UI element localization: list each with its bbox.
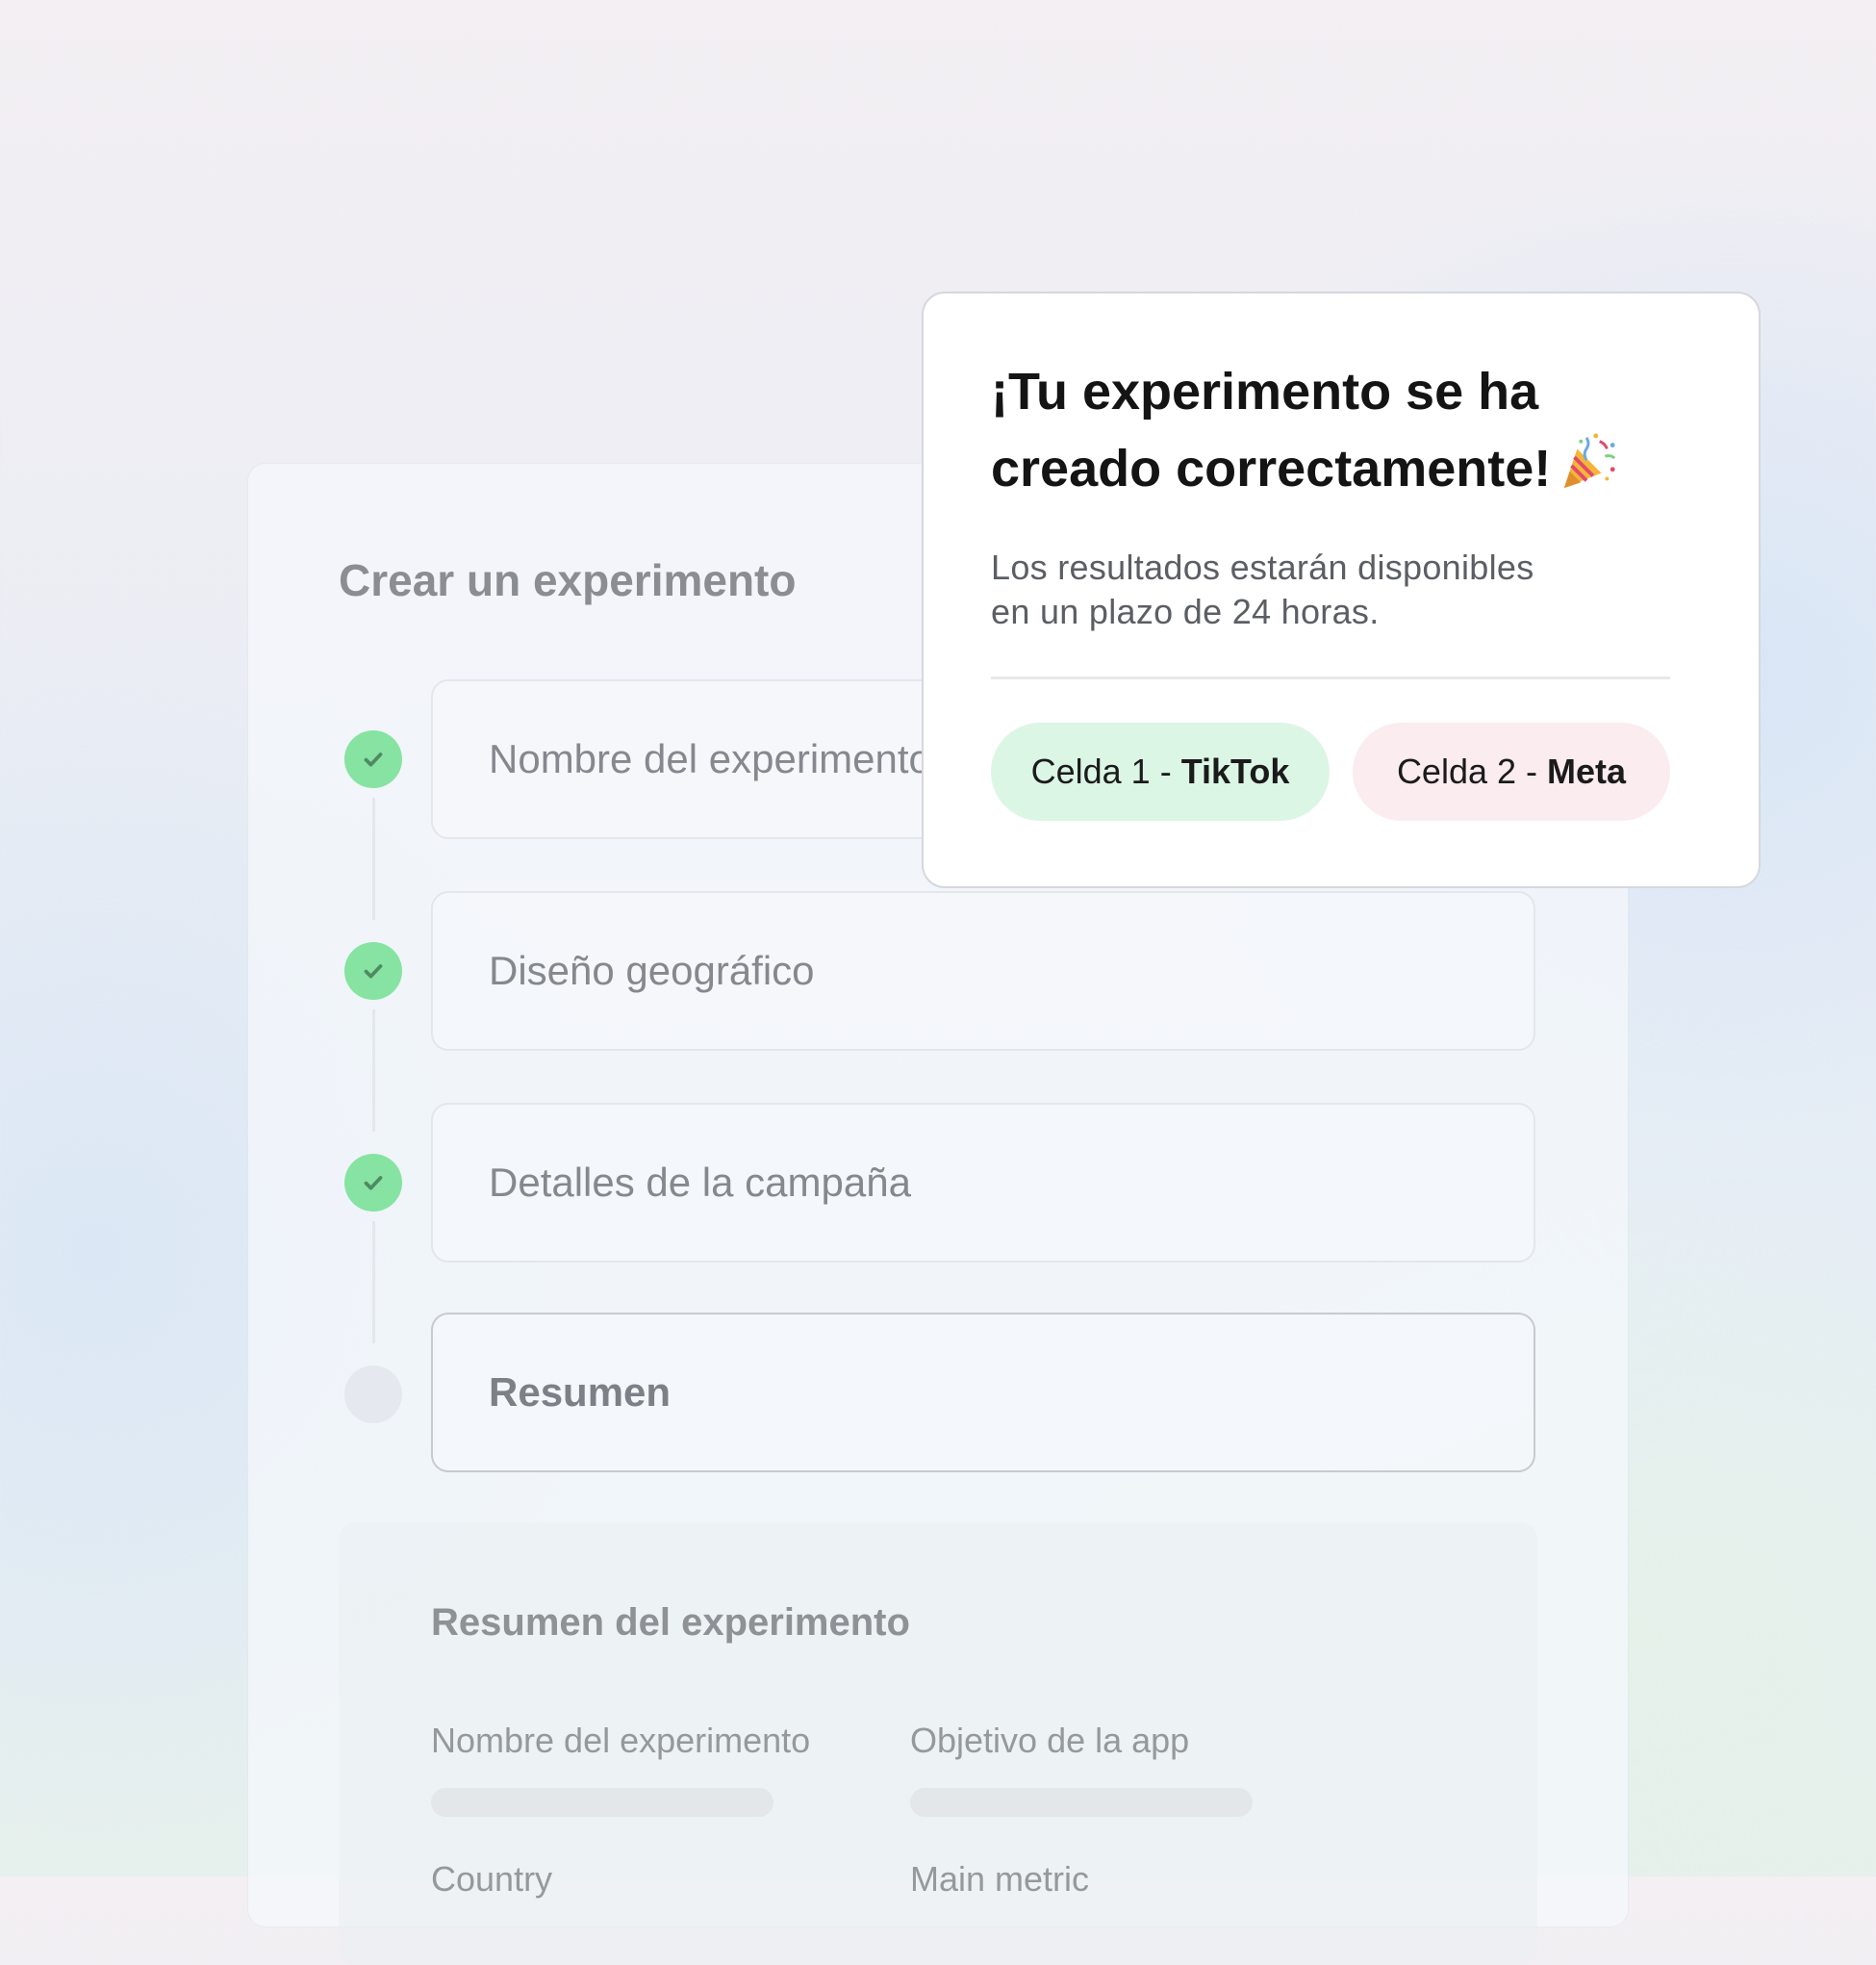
- checkmark-icon: [364, 1176, 383, 1190]
- step-geo-design[interactable]: Diseño geográfico: [431, 891, 1535, 1051]
- step-complete-marker: [344, 1154, 402, 1212]
- modal-title-line2: creado correctamente!: [991, 440, 1552, 498]
- step-label: Resumen: [489, 1369, 672, 1415]
- value-placeholder: [910, 1788, 1253, 1817]
- step-connector: [372, 1009, 375, 1132]
- modal-description: Los resultados estarán disponibles en un…: [991, 546, 1587, 634]
- field-label-main-metric: Main metric: [910, 1859, 1090, 1899]
- modal-title: ¡Tu experimento se ha creado correctamen…: [991, 353, 1703, 507]
- description-line1: Los resultados estarán disponibles: [991, 548, 1534, 587]
- cell-2-platform: Meta: [1547, 752, 1627, 791]
- step-connector: [372, 1221, 375, 1343]
- field-label-country: Country: [431, 1859, 553, 1899]
- step-complete-marker: [344, 730, 402, 788]
- step-pending-marker: [344, 1365, 402, 1423]
- step-label: Detalles de la campaña: [489, 1160, 911, 1205]
- cell-1-prefix: Celda 1 -: [1030, 752, 1181, 791]
- checkmark-icon: [364, 964, 383, 979]
- summary-title: Resumen del experimento: [431, 1601, 910, 1644]
- card-title: Crear un experimento: [339, 555, 797, 605]
- party-popper-icon: [1564, 433, 1616, 489]
- step-label: Nombre del experimento: [489, 736, 931, 781]
- modal-title-line1: ¡Tu experimento se ha: [991, 363, 1539, 421]
- field-label-experiment-name: Nombre del experimento: [431, 1721, 811, 1760]
- value-placeholder: [431, 1788, 773, 1817]
- cell-2-badge[interactable]: Celda 2 - Meta: [1353, 723, 1670, 821]
- checkmark-icon: [364, 753, 383, 767]
- step-campaign-details[interactable]: Detalles de la campaña: [431, 1103, 1535, 1263]
- description-line2: en un plazo de 24 horas.: [991, 592, 1380, 631]
- step-summary[interactable]: Resumen: [431, 1313, 1535, 1472]
- field-label-app-objective: Objetivo de la app: [910, 1721, 1190, 1760]
- experiment-summary-panel: Resumen del experimento Nombre del exper…: [339, 1522, 1537, 1965]
- step-connector: [372, 798, 375, 920]
- cell-1-platform: TikTok: [1180, 752, 1290, 791]
- cell-2-prefix: Celda 2 -: [1396, 752, 1548, 791]
- cell-1-badge[interactable]: Celda 1 - TikTok: [991, 723, 1330, 821]
- modal-divider: [991, 676, 1670, 679]
- experiment-created-modal: ¡Tu experimento se ha creado correctamen…: [922, 292, 1761, 888]
- step-complete-marker: [344, 942, 402, 1000]
- step-label: Diseño geográfico: [489, 948, 815, 993]
